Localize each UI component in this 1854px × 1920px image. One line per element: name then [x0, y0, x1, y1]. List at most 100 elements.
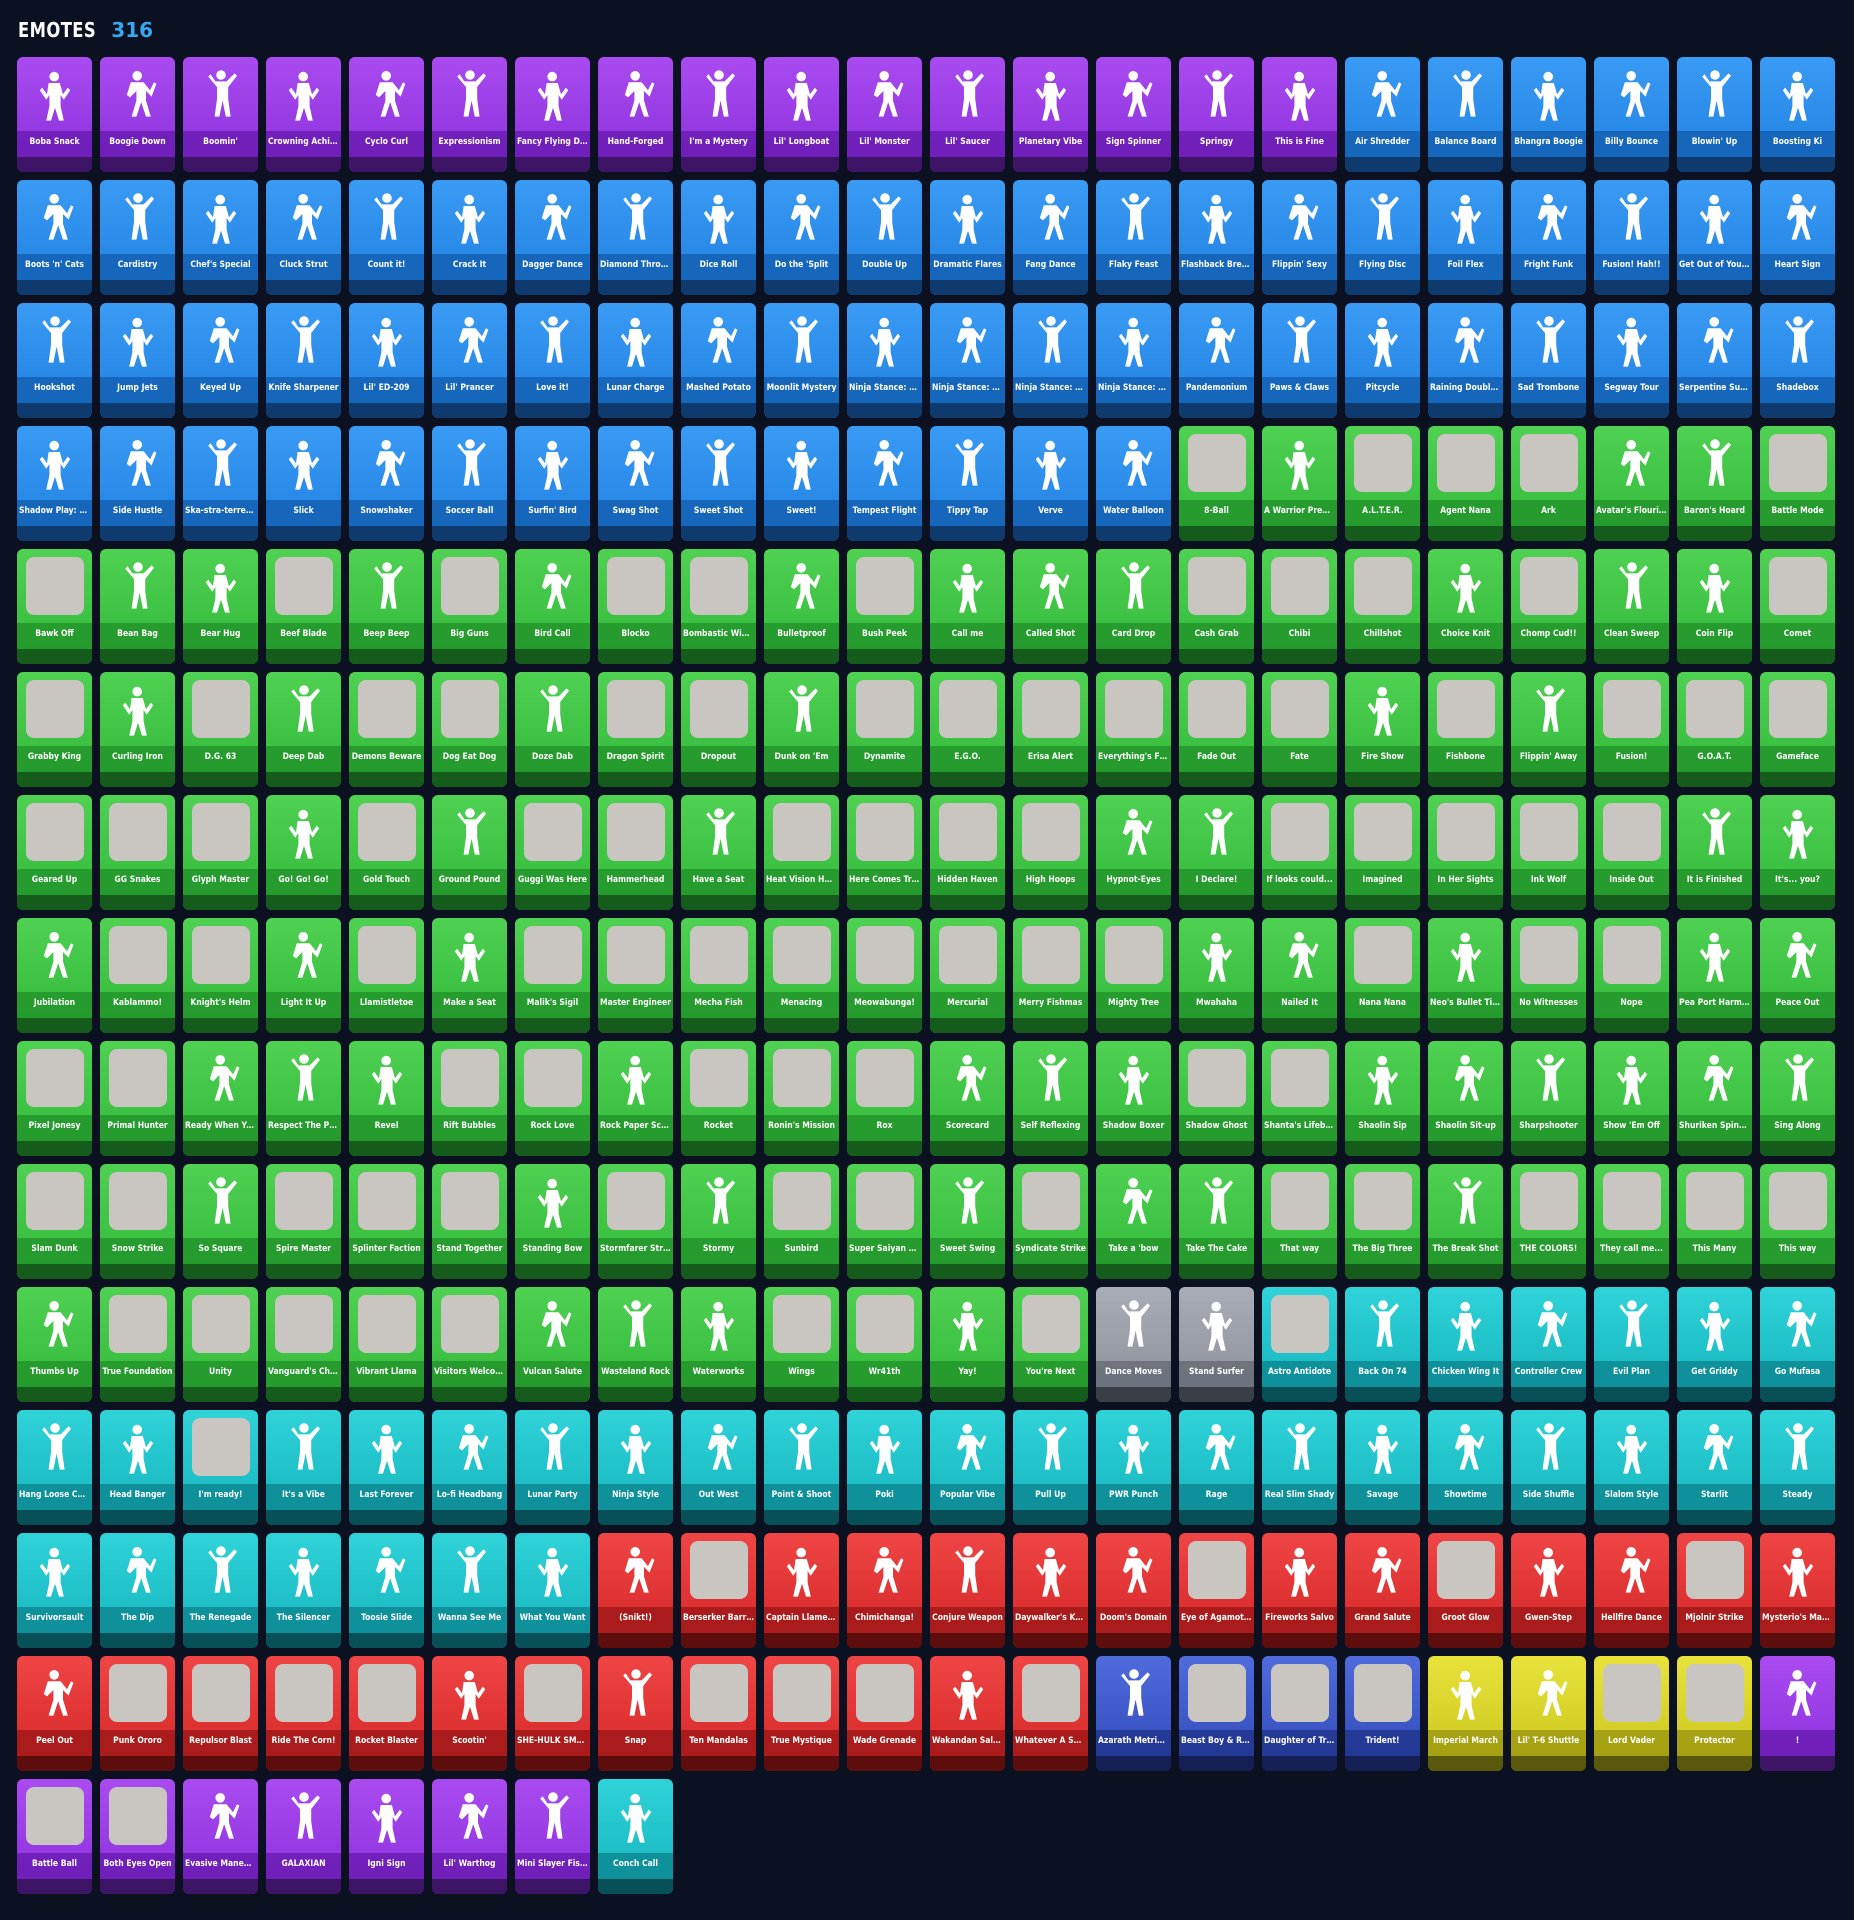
- emote-tile[interactable]: Pea Port Harmony: [1677, 918, 1752, 1033]
- emote-tile[interactable]: Card Drop: [1096, 549, 1171, 664]
- emote-tile[interactable]: Surfin' Bird: [515, 426, 590, 541]
- emote-tile[interactable]: Boots 'n' Cats: [17, 180, 92, 295]
- emote-tile[interactable]: Wings: [764, 1287, 839, 1402]
- emote-tile[interactable]: Avatar's Flourish: [1594, 426, 1669, 541]
- emote-tile[interactable]: Yay!: [930, 1287, 1005, 1402]
- emote-tile[interactable]: (Snikt!): [598, 1533, 673, 1648]
- emote-tile[interactable]: Real Slim Shady: [1262, 1410, 1337, 1525]
- emote-tile[interactable]: Chef's Special: [183, 180, 258, 295]
- emote-tile[interactable]: Boomin': [183, 57, 258, 172]
- emote-tile[interactable]: Pull Up: [1013, 1410, 1088, 1525]
- emote-tile[interactable]: Point & Shoot: [764, 1410, 839, 1525]
- emote-tile[interactable]: Sign Spinner: [1096, 57, 1171, 172]
- emote-tile[interactable]: Scorecard: [930, 1041, 1005, 1156]
- emote-tile[interactable]: Double Up: [847, 180, 922, 295]
- emote-tile[interactable]: Vanguard's Charge: [266, 1287, 341, 1402]
- emote-tile[interactable]: Mwahaha: [1179, 918, 1254, 1033]
- emote-tile[interactable]: Mysterio's Magic ...: [1760, 1533, 1835, 1648]
- emote-tile[interactable]: The Renegade: [183, 1533, 258, 1648]
- emote-tile[interactable]: This is Fine: [1262, 57, 1337, 172]
- emote-tile[interactable]: Cyclo Curl: [349, 57, 424, 172]
- emote-tile[interactable]: Get Griddy: [1677, 1287, 1752, 1402]
- emote-tile[interactable]: Bird Call: [515, 549, 590, 664]
- emote-tile[interactable]: Wanna See Me: [432, 1533, 507, 1648]
- emote-tile[interactable]: Conch Call: [598, 1779, 673, 1894]
- emote-tile[interactable]: Hand-Forged: [598, 57, 673, 172]
- emote-tile[interactable]: Poki: [847, 1410, 922, 1525]
- emote-tile[interactable]: The Big Three: [1345, 1164, 1420, 1279]
- emote-tile[interactable]: That way: [1262, 1164, 1337, 1279]
- emote-tile[interactable]: Beast Boy & Raven: [1179, 1656, 1254, 1771]
- emote-tile[interactable]: Eye of Agamotto: [1179, 1533, 1254, 1648]
- emote-tile[interactable]: Battle Mode: [1760, 426, 1835, 541]
- emote-tile[interactable]: It is Finished: [1677, 795, 1752, 910]
- emote-tile[interactable]: Called Shot: [1013, 549, 1088, 664]
- emote-tile[interactable]: Raining Doubloons: [1428, 303, 1503, 418]
- emote-tile[interactable]: Snap: [598, 1656, 673, 1771]
- emote-tile[interactable]: If looks could...: [1262, 795, 1337, 910]
- emote-tile[interactable]: Knight's Helm: [183, 918, 258, 1033]
- emote-tile[interactable]: Captain Llamerica: [764, 1533, 839, 1648]
- emote-tile[interactable]: Meowabunga!: [847, 918, 922, 1033]
- emote-tile[interactable]: Sweet Shot: [681, 426, 756, 541]
- emote-tile[interactable]: Diamond Throne: [598, 180, 673, 295]
- emote-tile[interactable]: This way: [1760, 1164, 1835, 1279]
- emote-tile[interactable]: Count it!: [349, 180, 424, 295]
- emote-tile[interactable]: Pixel Jonesy: [17, 1041, 92, 1156]
- emote-tile[interactable]: Bawk Off: [17, 549, 92, 664]
- emote-tile[interactable]: Chomp Cud!!: [1511, 549, 1586, 664]
- emote-tile[interactable]: Sunbird: [764, 1164, 839, 1279]
- emote-tile[interactable]: Ark: [1511, 426, 1586, 541]
- emote-tile[interactable]: Steady: [1760, 1410, 1835, 1525]
- emote-tile[interactable]: Blocko: [598, 549, 673, 664]
- emote-tile[interactable]: Expressionism: [432, 57, 507, 172]
- emote-tile[interactable]: Astro Antidote: [1262, 1287, 1337, 1402]
- emote-tile[interactable]: You're Next: [1013, 1287, 1088, 1402]
- emote-tile[interactable]: Slam Dunk: [17, 1164, 92, 1279]
- emote-tile[interactable]: Bombastic Winter...: [681, 549, 756, 664]
- emote-tile[interactable]: Vulcan Salute: [515, 1287, 590, 1402]
- emote-tile[interactable]: Jump Jets: [100, 303, 175, 418]
- emote-tile[interactable]: Super Saiyan Blu...: [847, 1164, 922, 1279]
- emote-tile[interactable]: Peace Out: [1760, 918, 1835, 1033]
- emote-tile[interactable]: Dragon Spirit: [598, 672, 673, 787]
- emote-tile[interactable]: Popular Vibe: [930, 1410, 1005, 1525]
- emote-tile[interactable]: Battle Ball: [17, 1779, 92, 1894]
- emote-tile[interactable]: They call me...: [1594, 1164, 1669, 1279]
- emote-tile[interactable]: Dynamite: [847, 672, 922, 787]
- emote-tile[interactable]: Doze Dab: [515, 672, 590, 787]
- emote-tile[interactable]: Bhangra Boogie: [1511, 57, 1586, 172]
- emote-tile[interactable]: Mashed Potato: [681, 303, 756, 418]
- emote-tile[interactable]: Rage: [1179, 1410, 1254, 1525]
- emote-tile[interactable]: Revel: [349, 1041, 424, 1156]
- emote-tile[interactable]: Lil' Longboat: [764, 57, 839, 172]
- emote-tile[interactable]: It's... you?: [1760, 795, 1835, 910]
- emote-tile[interactable]: Rift Bubbles: [432, 1041, 507, 1156]
- emote-tile[interactable]: Sharpshooter: [1511, 1041, 1586, 1156]
- emote-tile[interactable]: Peel Out: [17, 1656, 92, 1771]
- emote-tile[interactable]: Go! Go! Go!: [266, 795, 341, 910]
- emote-tile[interactable]: Thumbs Up: [17, 1287, 92, 1402]
- emote-tile[interactable]: Shaolin Sip: [1345, 1041, 1420, 1156]
- emote-tile[interactable]: Grabby King: [17, 672, 92, 787]
- emote-tile[interactable]: Dagger Dance: [515, 180, 590, 295]
- emote-tile[interactable]: Heat Vision Hunter: [764, 795, 839, 910]
- emote-tile[interactable]: Evasive Maneuvers: [183, 1779, 258, 1894]
- emote-tile[interactable]: Swag Shot: [598, 426, 673, 541]
- emote-tile[interactable]: Make a Seat: [432, 918, 507, 1033]
- emote-tile[interactable]: Tempest Flight: [847, 426, 922, 541]
- emote-tile[interactable]: Sing Along: [1760, 1041, 1835, 1156]
- emote-tile[interactable]: Ninja Stance: Raph: [1096, 303, 1171, 418]
- emote-tile[interactable]: Nailed It: [1262, 918, 1337, 1033]
- emote-tile[interactable]: Azarath Metrion Z...: [1096, 1656, 1171, 1771]
- emote-tile[interactable]: Mini Slayer Fistbu...: [515, 1779, 590, 1894]
- emote-tile[interactable]: Water Balloon: [1096, 426, 1171, 541]
- emote-tile[interactable]: Baron's Hoard: [1677, 426, 1752, 541]
- emote-tile[interactable]: Crowning Achieve...: [266, 57, 341, 172]
- emote-tile[interactable]: Lil' T-6 Shuttle: [1511, 1656, 1586, 1771]
- emote-tile[interactable]: In Her Sights: [1428, 795, 1503, 910]
- emote-tile[interactable]: Everything's Fine: [1096, 672, 1171, 787]
- emote-tile[interactable]: Do the 'Split: [764, 180, 839, 295]
- emote-tile[interactable]: Llamistletoe: [349, 918, 424, 1033]
- emote-tile[interactable]: Clean Sweep: [1594, 549, 1669, 664]
